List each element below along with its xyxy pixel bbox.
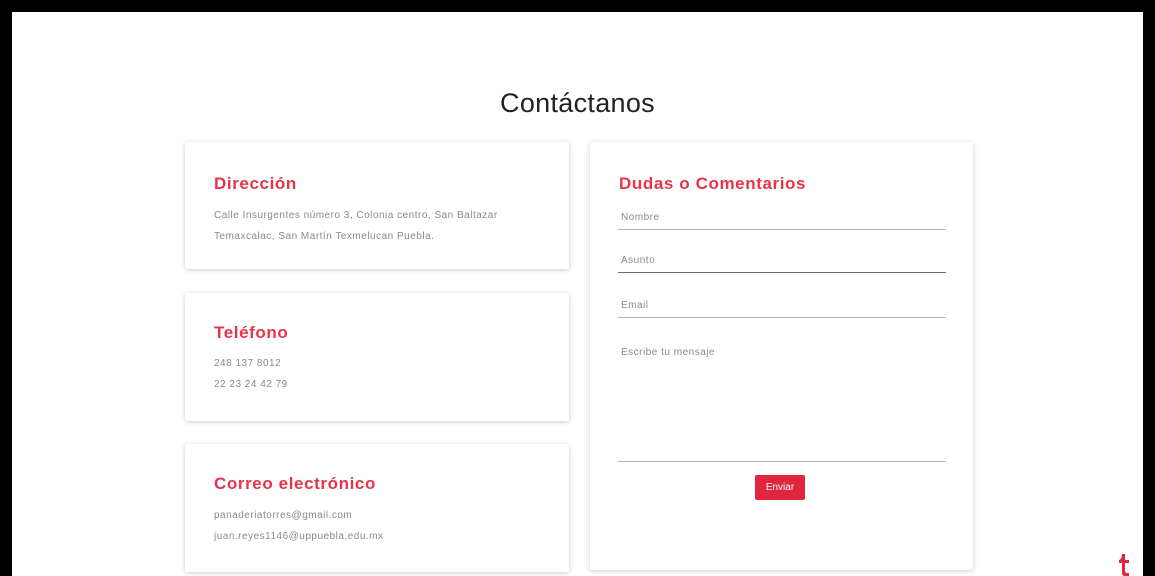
address-card: Dirección Calle Insurgentes número 3, Co…: [185, 142, 569, 269]
email-address: panaderiatorres@gmail.com: [214, 510, 353, 521]
email-heading: Correo electrónico: [214, 474, 376, 493]
address-text: Calle Insurgentes número 3, Colonia cent…: [214, 210, 498, 242]
phone-number: 22 23 24 42 79: [214, 379, 288, 390]
phone-heading: Teléfono: [214, 323, 289, 342]
phone-card: Teléfono 248 137 8012 22 23 24 42 79: [185, 293, 569, 421]
email-card: Correo electrónico panaderiatorres@gmail…: [185, 444, 569, 572]
subject-field[interactable]: [618, 249, 946, 273]
brand-logo-icon[interactable]: [1116, 552, 1132, 576]
email-field[interactable]: [618, 294, 946, 318]
name-field[interactable]: [618, 206, 946, 230]
contact-form-card: Dudas o Comentarios Enviar: [590, 142, 973, 570]
send-button[interactable]: Enviar: [755, 475, 805, 500]
message-textarea[interactable]: [618, 338, 946, 462]
form-heading: Dudas o Comentarios: [619, 174, 807, 193]
address-heading: Dirección: [214, 174, 297, 193]
phone-number: 248 137 8012: [214, 358, 282, 369]
page-frame: Contáctanos Dirección Calle Insurgentes …: [12, 12, 1143, 576]
page-title: Contáctanos: [500, 88, 655, 118]
email-address: juan.reyes1146@uppuebla.edu.mx: [214, 531, 384, 542]
